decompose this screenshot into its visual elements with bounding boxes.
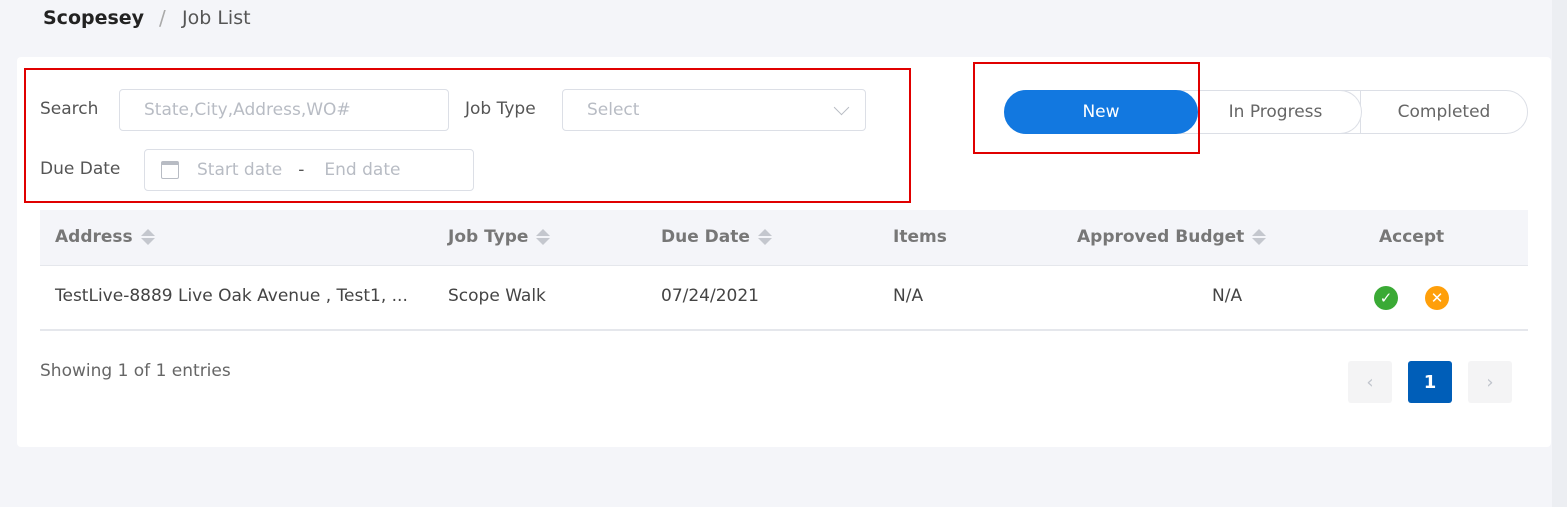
breadcrumb-root[interactable]: Scopesey (43, 7, 144, 29)
calendar-icon (161, 161, 179, 179)
column-items-label: Items (893, 227, 947, 247)
reject-x-icon[interactable]: ✕ (1425, 286, 1449, 310)
tab-completed[interactable]: Completed (1360, 90, 1528, 134)
job-type-label: Job Type (465, 99, 536, 119)
sort-icon[interactable] (140, 229, 155, 245)
cell-due-date: 07/24/2021 (661, 286, 759, 306)
column-address[interactable]: Address (55, 227, 155, 247)
tab-highlight-box (973, 62, 1200, 154)
job-type-placeholder: Select (587, 100, 640, 120)
cell-job-type: Scope Walk (448, 286, 546, 306)
column-accept-label: Accept (1379, 227, 1445, 247)
job-type-select[interactable]: Select (562, 89, 866, 131)
next-page-button[interactable]: › (1468, 361, 1512, 403)
table-header (40, 210, 1528, 266)
breadcrumb-current: Job List (182, 7, 251, 29)
sort-icon[interactable] (1252, 229, 1267, 245)
tab-in-progress-label: In Progress (1228, 102, 1323, 122)
column-accept: Accept (1379, 227, 1444, 247)
start-date-input[interactable]: Start date (197, 160, 282, 180)
cell-address[interactable]: TestLive-8889 Live Oak Avenue , Test1, .… (55, 286, 408, 306)
accept-check-icon[interactable]: ✓ (1374, 286, 1398, 310)
tab-completed-label: Completed (1397, 102, 1491, 122)
column-job-type-label: Job Type (448, 227, 529, 247)
due-date-range-picker[interactable]: Start date - End date (144, 149, 474, 191)
column-due-date-label: Due Date (661, 227, 750, 247)
sort-icon[interactable] (536, 229, 551, 245)
search-input[interactable]: State,City,Address,WO# (119, 89, 449, 131)
date-separator: - (298, 160, 305, 180)
column-approved-budget[interactable]: Approved Budget (1077, 227, 1267, 247)
page-1-button[interactable]: 1 (1408, 361, 1452, 403)
prev-page-button[interactable]: ‹ (1348, 361, 1392, 403)
end-date-input[interactable]: End date (324, 160, 400, 180)
breadcrumb-separator: / (159, 6, 166, 30)
scrollbar[interactable] (1552, 0, 1567, 507)
sort-icon[interactable] (757, 229, 772, 245)
column-items: Items (893, 227, 947, 247)
column-job-type[interactable]: Job Type (448, 227, 551, 247)
row-divider (40, 329, 1528, 331)
chevron-down-icon (833, 99, 850, 115)
search-label: Search (40, 99, 99, 119)
search-placeholder: State,City,Address,WO# (144, 100, 351, 120)
column-address-label: Address (55, 227, 133, 247)
column-approved-budget-label: Approved Budget (1077, 227, 1245, 247)
tab-in-progress[interactable]: In Progress (1190, 90, 1362, 134)
cell-approved-budget: N/A (1212, 286, 1243, 306)
cell-items: N/A (893, 286, 924, 306)
entries-count: Showing 1 of 1 entries (40, 361, 231, 381)
due-date-label: Due Date (40, 159, 121, 179)
column-due-date[interactable]: Due Date (661, 227, 772, 247)
